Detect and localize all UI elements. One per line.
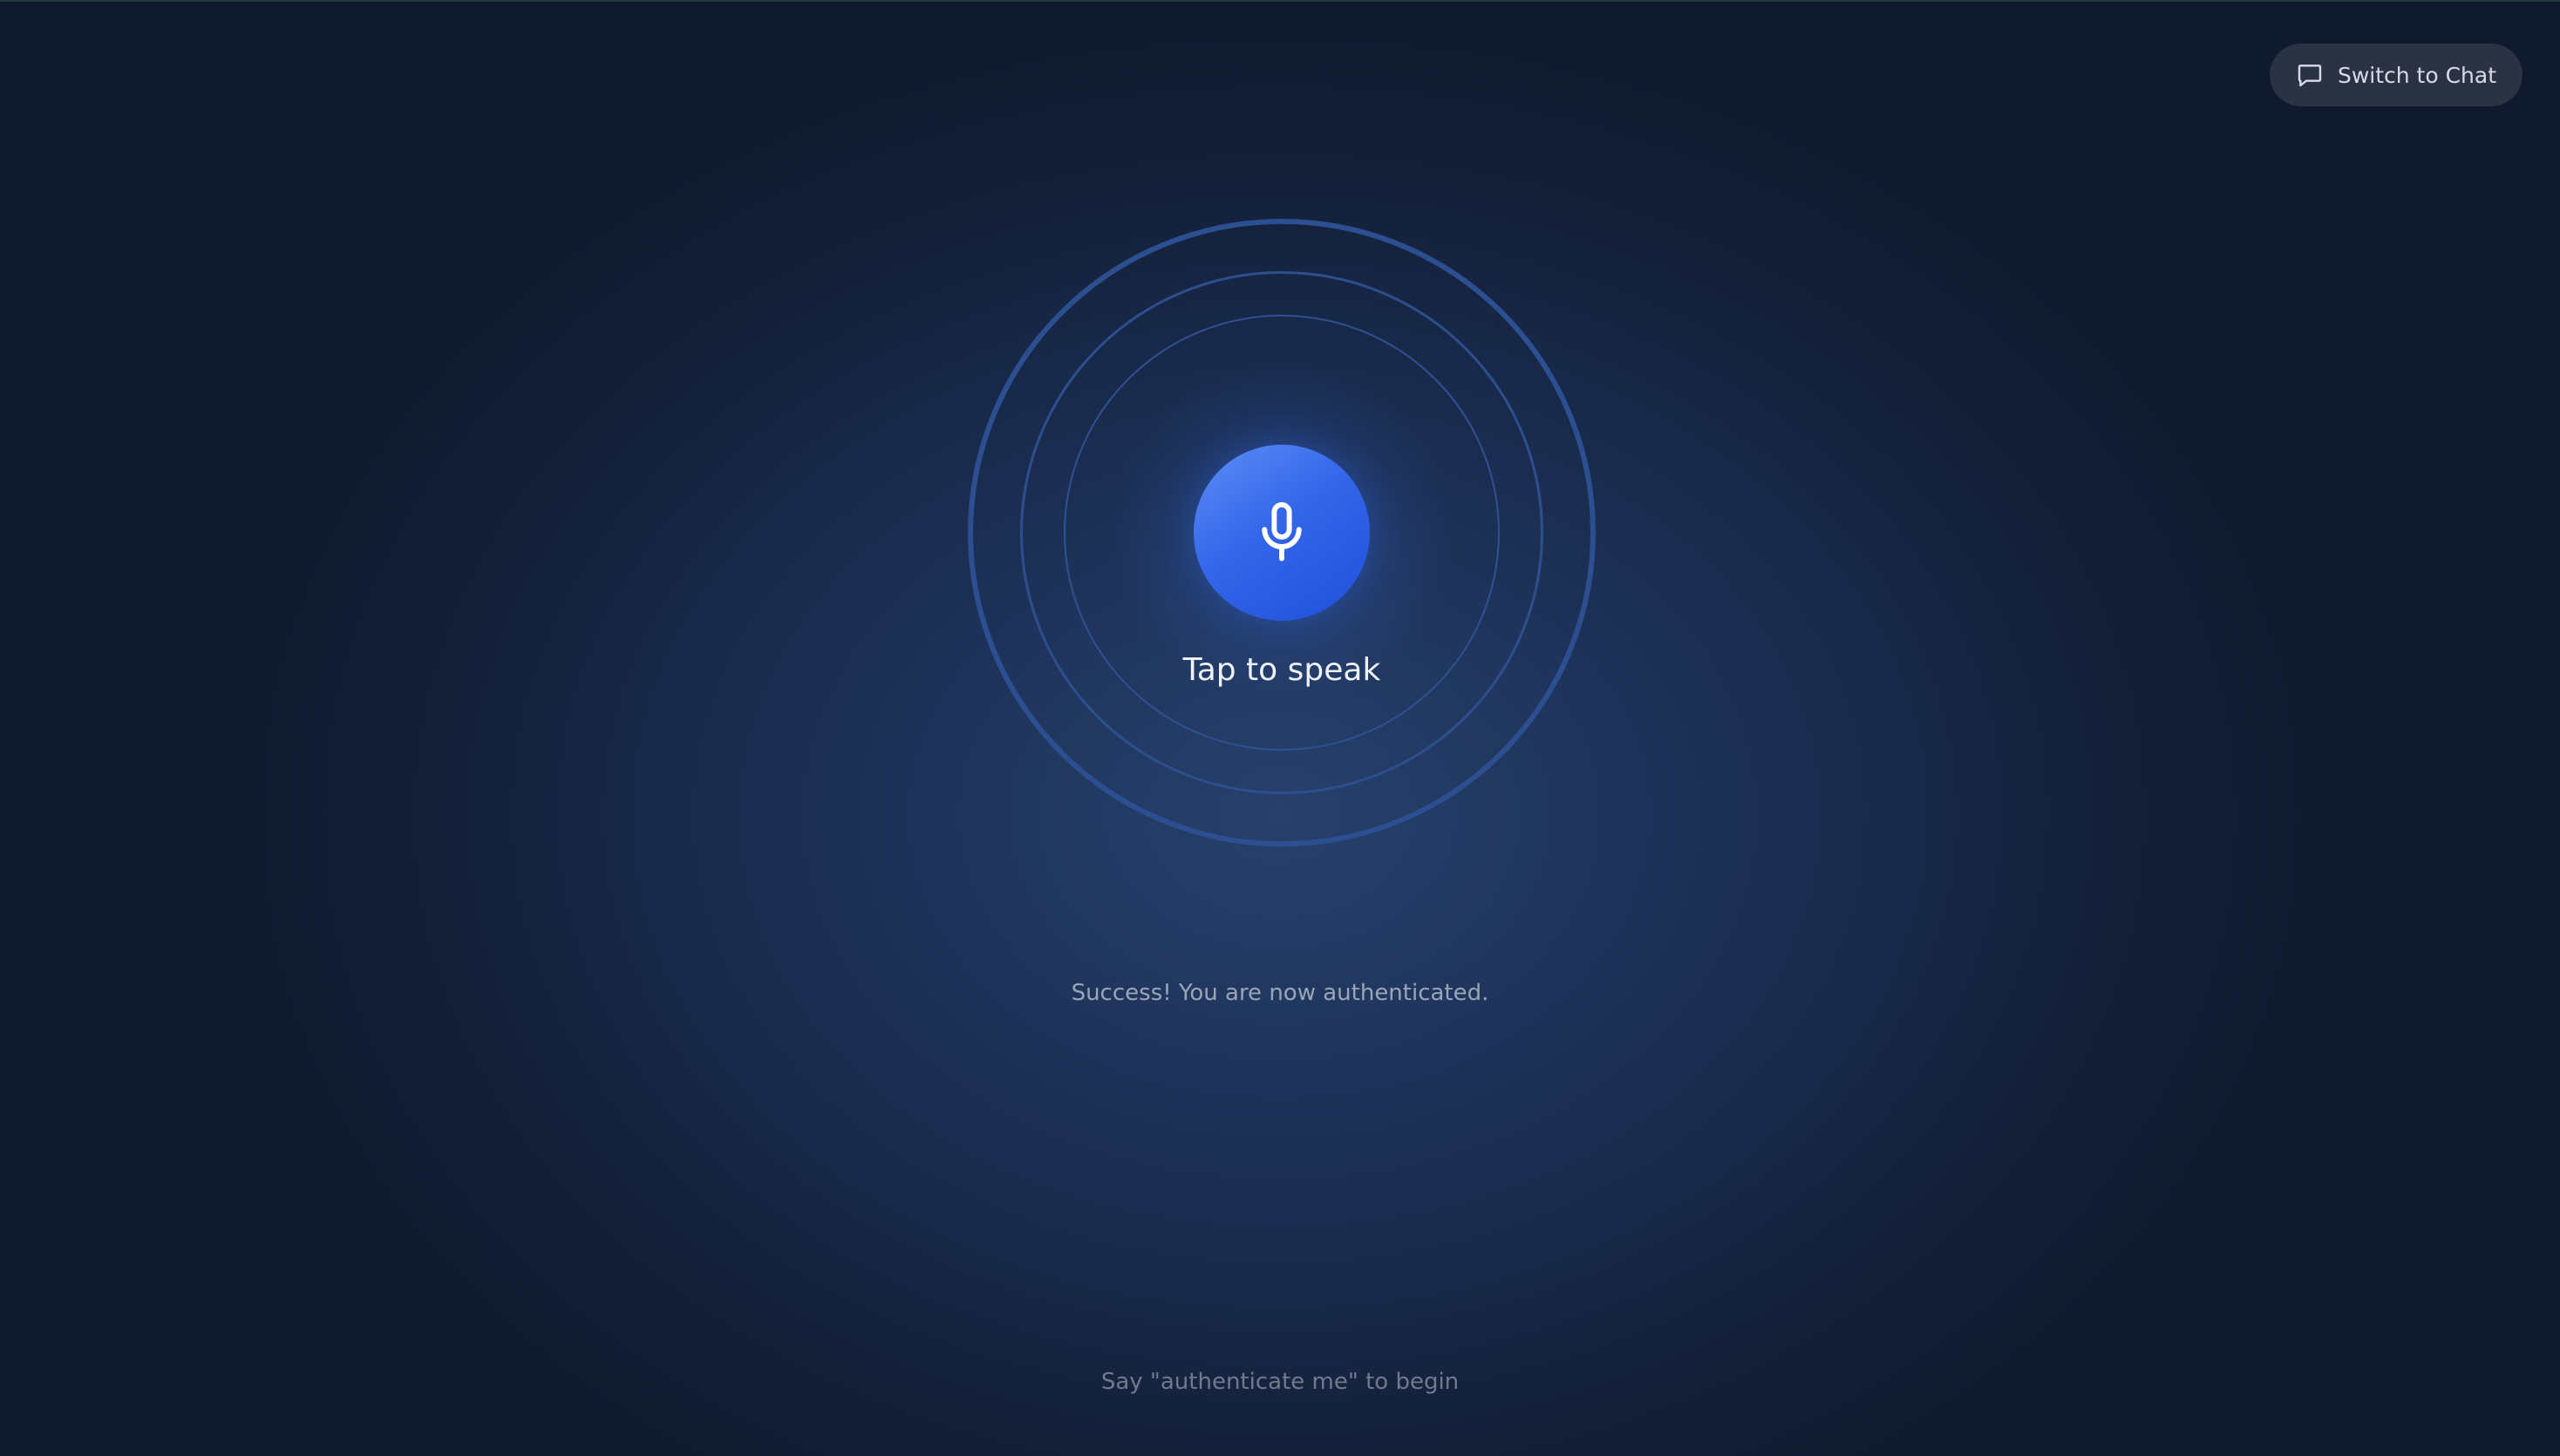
microphone-icon: [1251, 498, 1312, 568]
tap-to-speak-label: Tap to speak: [1182, 652, 1381, 688]
switch-to-chat-button[interactable]: Switch to Chat: [2270, 44, 2523, 106]
top-divider: [0, 0, 2560, 2]
voice-hint: Say "authenticate me" to begin: [1100, 1369, 1460, 1395]
microphone-button[interactable]: [1194, 445, 1370, 621]
status-message: Success! You are now authenticated.: [1071, 980, 1489, 1006]
chat-bubble-icon: [2296, 61, 2324, 89]
voice-screen: Switch to Chat Tap to speak Success! You…: [0, 0, 2560, 1456]
switch-to-chat-label: Switch to Chat: [2337, 62, 2497, 88]
